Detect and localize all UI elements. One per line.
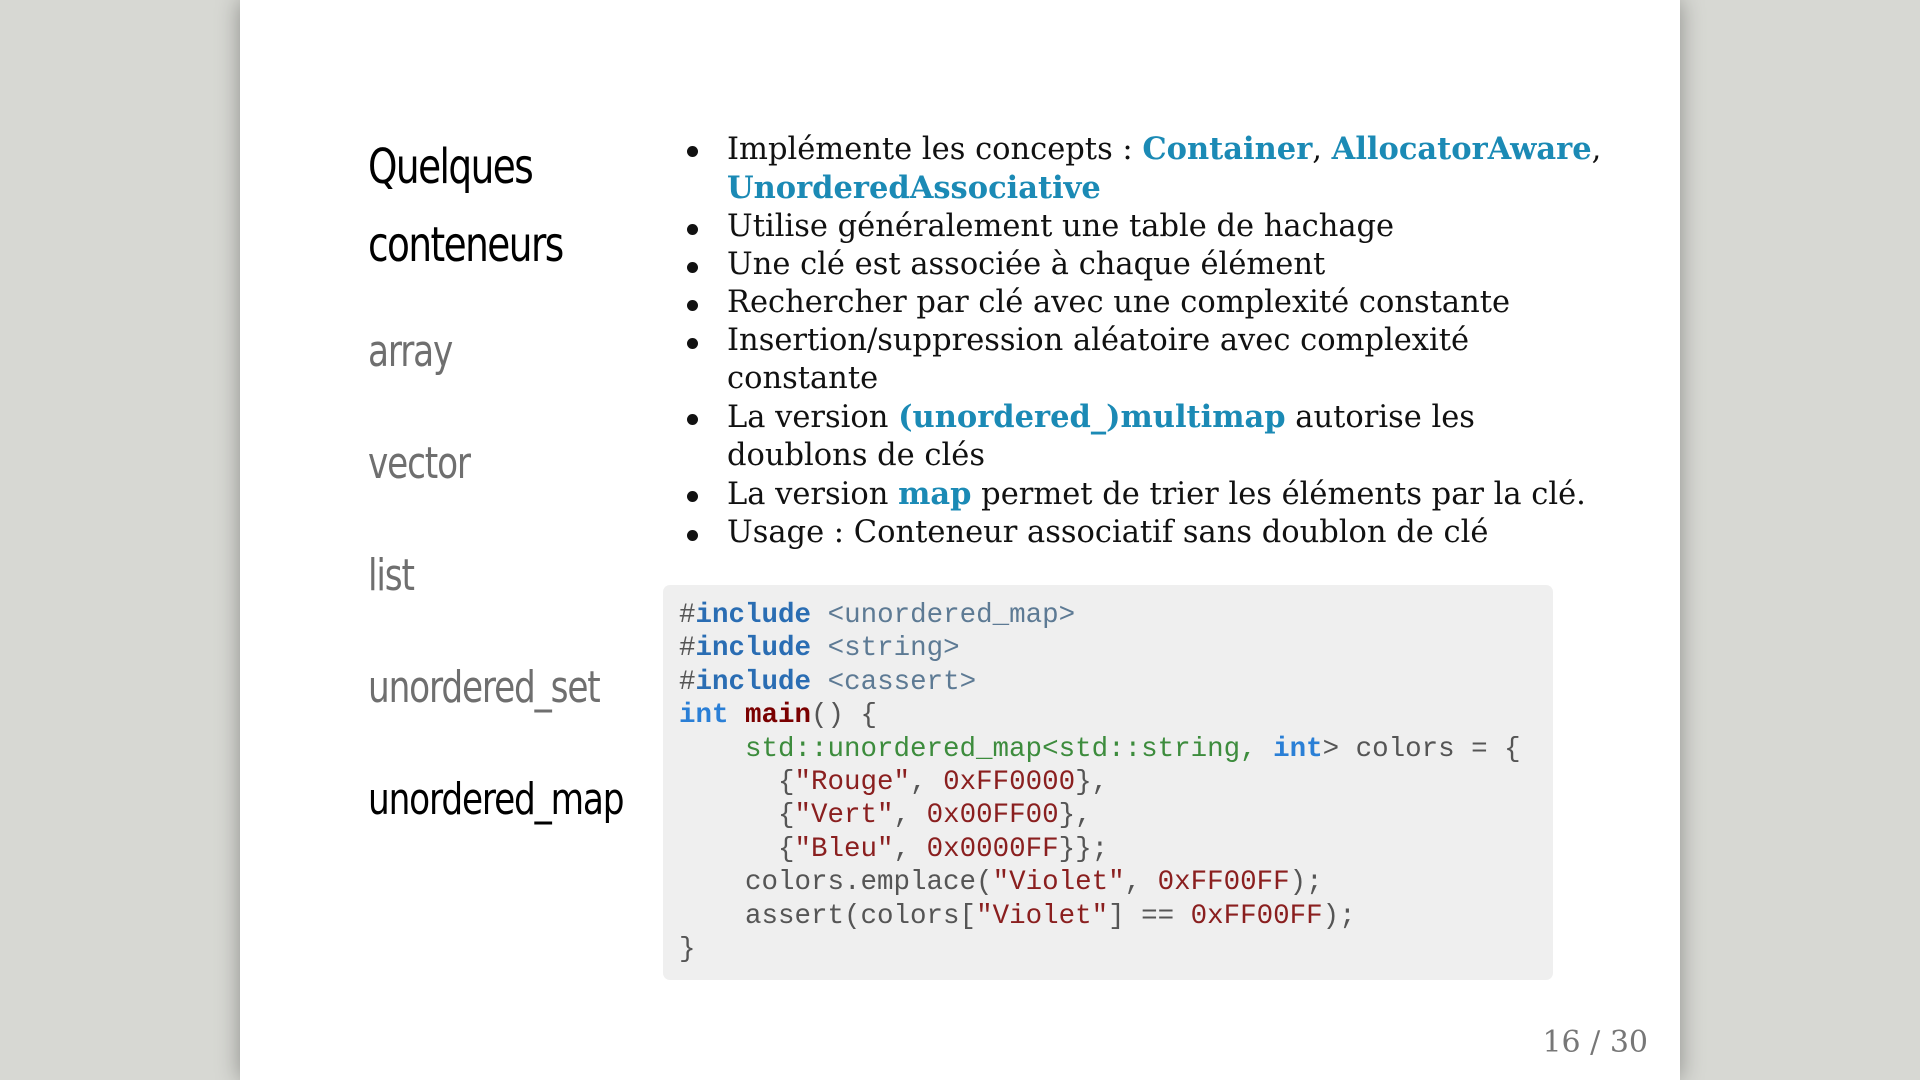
bullet-item: Rechercher par clé avec une complexité c… — [663, 284, 1563, 322]
code-token: # — [679, 633, 696, 665]
bullet-item: La version map permet de trier les éléme… — [663, 475, 1586, 514]
code-token: int — [679, 700, 729, 732]
link-map[interactable]: map — [898, 476, 971, 512]
code-token: 0xFF0000 — [943, 767, 1076, 799]
bullet-text: permet de trier les éléments par la clé. — [971, 477, 1586, 512]
content: Implémente les concepts : Container, All… — [663, 130, 1601, 552]
bullet-text: autorise les — [1285, 400, 1475, 435]
bullet-text: Insertion/suppression aléatoire avec com… — [727, 323, 1470, 358]
code-token: () { — [811, 700, 878, 732]
link-allocator-aware[interactable]: AllocatorAware — [1332, 131, 1592, 167]
nav-item-list[interactable]: list — [368, 546, 602, 658]
link-multimap[interactable]: (unordered_)multimap — [898, 399, 1285, 435]
nav-item-vector[interactable]: vector — [368, 434, 602, 546]
code-token: 0x0000FF — [926, 833, 1059, 865]
code-token: include — [695, 633, 812, 665]
code-block: #include <unordered_map> #include <strin… — [663, 585, 1553, 980]
code-text: #include <unordered_map> #include <strin… — [679, 599, 1537, 966]
code-token: int — [1273, 733, 1323, 765]
bullet-item: Implémente les concepts : Container, All… — [663, 130, 1601, 208]
link-unordered-associative[interactable]: UnorderedAssociative — [727, 170, 1101, 206]
link-container[interactable]: Container — [1142, 131, 1312, 167]
code-token: { — [679, 800, 795, 832]
code-token: assert(colors[ — [679, 900, 977, 932]
code-token: }, — [1058, 800, 1092, 832]
code-token: std::unordered_map<std::string, — [745, 733, 1274, 765]
code-token: , — [1124, 867, 1158, 899]
bullet-text: La version — [727, 477, 899, 512]
separator: , — [1312, 132, 1332, 167]
separator: , — [1591, 132, 1602, 167]
section-title-line2: conteneurs — [368, 217, 564, 273]
code-token: # — [679, 600, 696, 631]
code-token: <string> — [827, 633, 960, 665]
code-token: { — [679, 767, 795, 799]
nav-item-unordered-map[interactable]: unordered_map — [368, 770, 625, 882]
bullet-text: doublons de clés — [727, 438, 985, 473]
code-token: main — [745, 700, 812, 732]
sidebar: Quelques conteneurs array vector list un… — [368, 128, 668, 882]
code-token: , — [893, 800, 927, 832]
code-token: <cassert> — [827, 666, 977, 698]
bullet-item: Insertion/suppression aléatoire avec com… — [663, 322, 1563, 398]
code-token: }}; — [1058, 833, 1109, 865]
code-token: ); — [1322, 900, 1356, 932]
slide: Quelques conteneurs array vector list un… — [240, 0, 1680, 1080]
bullet-text: Implémente les concepts : — [727, 132, 1143, 167]
bullet-text: La version — [727, 400, 899, 435]
code-token: include — [695, 666, 812, 698]
bullet-item: Utilise généralement une table de hachag… — [663, 208, 1563, 246]
page-number: 16 / 30 — [1542, 1025, 1648, 1060]
code-token: 0xFF00FF — [1190, 900, 1323, 932]
section-title: Quelques conteneurs — [368, 128, 602, 284]
code-token: "Violet" — [992, 867, 1125, 899]
container-nav: array vector list unordered_set unordere… — [368, 322, 668, 882]
code-token: > colors = { — [1322, 733, 1521, 765]
code-token: , — [910, 767, 944, 799]
section-title-line1: Quelques — [368, 139, 534, 195]
bullet-item: Une clé est associée à chaque élément — [663, 246, 1563, 284]
bullet-item: La version (unordered_)multimap autorise… — [663, 398, 1563, 475]
code-token: "Vert" — [794, 800, 894, 832]
code-token: , — [893, 833, 927, 865]
code-token: ); — [1289, 867, 1323, 899]
code-token: "Violet" — [976, 900, 1109, 932]
bullet-text: constante — [727, 361, 879, 396]
code-token: "Bleu" — [794, 833, 894, 865]
code-token: colors.emplace( — [679, 867, 993, 899]
code-token: "Rouge" — [794, 767, 911, 799]
code-token: }, — [1075, 767, 1109, 799]
bullet-item: Usage : Conteneur associatif sans doublo… — [663, 514, 1563, 552]
code-token: } — [679, 934, 696, 966]
code-token: <unordered_map> — [827, 600, 1076, 631]
code-token: 0xFF00FF — [1157, 867, 1290, 899]
code-token: include — [695, 600, 812, 631]
code-token: 0x00FF00 — [926, 800, 1059, 832]
code-token: # — [679, 666, 696, 698]
nav-item-array[interactable]: array — [368, 322, 602, 434]
bullet-list: Implémente les concepts : Container, All… — [663, 130, 1601, 552]
nav-item-unordered-set[interactable]: unordered_set — [368, 658, 602, 770]
code-token: ] == — [1108, 900, 1191, 932]
code-token: { — [679, 833, 795, 865]
